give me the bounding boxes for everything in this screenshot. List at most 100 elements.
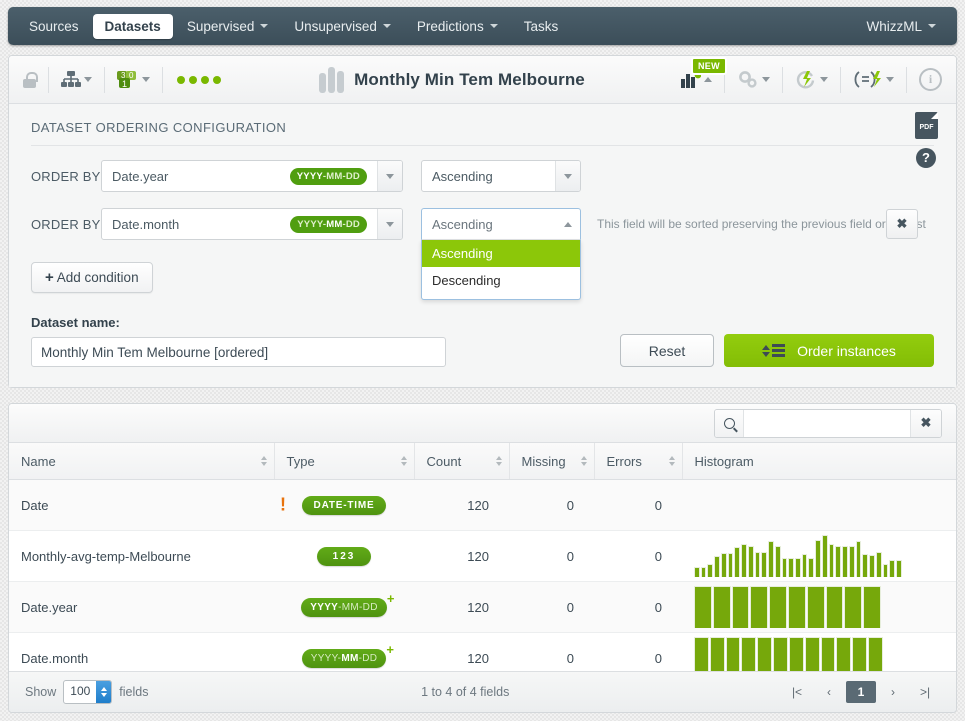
histogram-bar xyxy=(788,557,795,577)
fields-table: Name Type Count Missing Errors Histogram… xyxy=(9,443,956,684)
histogram-bar xyxy=(720,553,727,577)
select-arrow[interactable] xyxy=(556,209,580,239)
direction-select-1[interactable]: Ascending xyxy=(421,160,581,192)
table-row[interactable]: Date.year YYYY-MM-DD + 120 0 0 xyxy=(9,581,956,633)
page-size-stepper[interactable]: 100 xyxy=(63,680,113,704)
histogram-bar xyxy=(842,546,848,577)
ordering-configuration-panel: ? DATASET ORDERING CONFIGURATION ORDER B… xyxy=(9,104,956,387)
plus-icon: + xyxy=(386,641,395,657)
script-action-button[interactable] xyxy=(849,67,898,92)
nav-item-supervised[interactable]: Supervised xyxy=(175,14,281,39)
batch-action-button[interactable] xyxy=(791,67,832,92)
nav-item-unsupervised[interactable]: Unsupervised xyxy=(282,14,403,39)
search-icon[interactable] xyxy=(715,409,744,437)
order-by-label: ORDER BY xyxy=(31,168,101,184)
column-label: Histogram xyxy=(694,453,754,469)
order-field-value: Date.year xyxy=(112,168,169,184)
direction-option-ascending[interactable]: Ascending xyxy=(422,240,580,267)
dataset-split-button[interactable] xyxy=(57,68,96,91)
stepper-arrows[interactable] xyxy=(96,681,112,703)
histogram-bar xyxy=(714,556,720,577)
nav-item-sources[interactable]: Sources xyxy=(17,14,91,39)
numbers-icon: 3 0 1 xyxy=(117,70,136,89)
fields-table-card: ✖ Name Type Count Missing Errors Histogr… xyxy=(8,403,957,713)
select-arrow[interactable] xyxy=(377,209,402,239)
create-model-button[interactable]: NEW xyxy=(677,57,727,91)
histogram-bar xyxy=(808,557,815,577)
page-last-button[interactable]: >| xyxy=(910,681,940,703)
histogram-bar xyxy=(694,567,700,577)
download-pdf-icon[interactable] xyxy=(915,112,938,139)
fields-table-body: Date ! DATE-TIME 120 0 0 Monthly-avg-tem… xyxy=(9,479,956,684)
add-condition-button[interactable]: + Add condition xyxy=(31,262,153,293)
sitemap-icon xyxy=(61,71,81,87)
direction-option-descending[interactable]: Descending xyxy=(422,267,580,294)
select-arrow[interactable] xyxy=(555,161,580,191)
column-header-type[interactable]: Type xyxy=(274,443,415,480)
lock-icon xyxy=(23,71,38,88)
page-prev-button[interactable]: ‹ xyxy=(814,681,844,703)
equals-lightning-icon xyxy=(854,71,881,88)
clear-search-button[interactable]: ✖ xyxy=(910,409,941,437)
sort-icon xyxy=(762,344,786,357)
type-badge: YYYY-MM-DD + xyxy=(301,642,394,668)
direction-select-2[interactable]: Ascending xyxy=(421,208,581,240)
badge-rest: -MM-DD xyxy=(322,170,360,182)
dataset-name-input[interactable] xyxy=(31,337,446,367)
order-instances-button[interactable]: Order instances xyxy=(724,334,934,367)
page-title: Monthly Min Tem Melbourne xyxy=(354,69,585,89)
histogram-bar xyxy=(801,554,808,577)
configure-button[interactable] xyxy=(733,68,774,92)
type-badge: DATE-TIME xyxy=(301,495,387,515)
status-dot xyxy=(177,75,185,84)
nav-item-tasks[interactable]: Tasks xyxy=(512,14,571,39)
page-next-button[interactable]: › xyxy=(878,681,908,703)
histogram-bar xyxy=(848,546,855,577)
badge-post: -DD xyxy=(358,652,378,664)
info-icon: i xyxy=(919,68,942,91)
order-field-select-2[interactable]: Date.month YYYY-MM-DD xyxy=(101,208,403,240)
remove-condition-button[interactable]: ✖ xyxy=(886,209,918,239)
order-instances-label: Order instances xyxy=(797,342,896,359)
column-header-name[interactable]: Name xyxy=(9,443,275,480)
histogram-bar xyxy=(781,557,788,577)
histogram-bar xyxy=(761,552,768,577)
chevron-up-icon xyxy=(564,221,572,227)
direction-options-list: Ascending Descending xyxy=(421,240,581,300)
chevron-down-icon xyxy=(564,173,572,179)
select-arrow[interactable] xyxy=(377,161,402,191)
nav-item-whizzml[interactable]: WhizzML xyxy=(854,14,948,39)
nav-item-predictions[interactable]: Predictions xyxy=(405,14,510,39)
sort-lines xyxy=(772,344,786,357)
privacy-lock-button[interactable] xyxy=(19,69,40,91)
column-header-count[interactable]: Count xyxy=(414,443,510,480)
column-header-missing[interactable]: Missing xyxy=(509,443,595,480)
fields-table-footer: Show 100 fields 1 to 4 of 4 fields |< ‹ … xyxy=(9,671,956,712)
page-size-control: Show 100 fields xyxy=(25,680,148,704)
histogram-bar xyxy=(707,563,714,577)
table-row[interactable]: Monthly-avg-temp-Melbourne 123 120 0 0 xyxy=(9,530,956,582)
svg-text:1: 1 xyxy=(122,79,127,89)
field-type-cell: 123 xyxy=(274,530,414,582)
field-type-cell: ! DATE-TIME xyxy=(274,479,414,531)
info-button[interactable]: i xyxy=(915,65,946,94)
table-row[interactable]: Date ! DATE-TIME 120 0 0 xyxy=(9,479,956,531)
page-number-button[interactable]: 1 xyxy=(846,681,876,703)
chevron-up-icon xyxy=(704,77,712,82)
badge-post: -DD xyxy=(342,218,360,230)
search-input[interactable] xyxy=(744,409,910,437)
histogram-bar xyxy=(727,553,734,577)
column-header-errors[interactable]: Errors xyxy=(594,443,683,480)
histogram-bar xyxy=(815,539,821,577)
nav-label: Datasets xyxy=(104,18,161,34)
field-histogram-cell xyxy=(682,581,956,633)
reset-button[interactable]: Reset xyxy=(620,334,714,367)
order-field-select-1[interactable]: Date.year YYYY-MM-DD xyxy=(101,160,403,192)
dataset-sample-button[interactable]: 3 0 1 xyxy=(113,68,154,92)
nav-item-datasets[interactable]: Datasets xyxy=(92,13,173,39)
sort-indicator-icon xyxy=(668,456,675,466)
new-badge: NEW xyxy=(691,57,727,75)
page-first-button[interactable]: |< xyxy=(782,681,812,703)
histogram xyxy=(694,586,944,628)
histogram-bar xyxy=(754,552,761,577)
